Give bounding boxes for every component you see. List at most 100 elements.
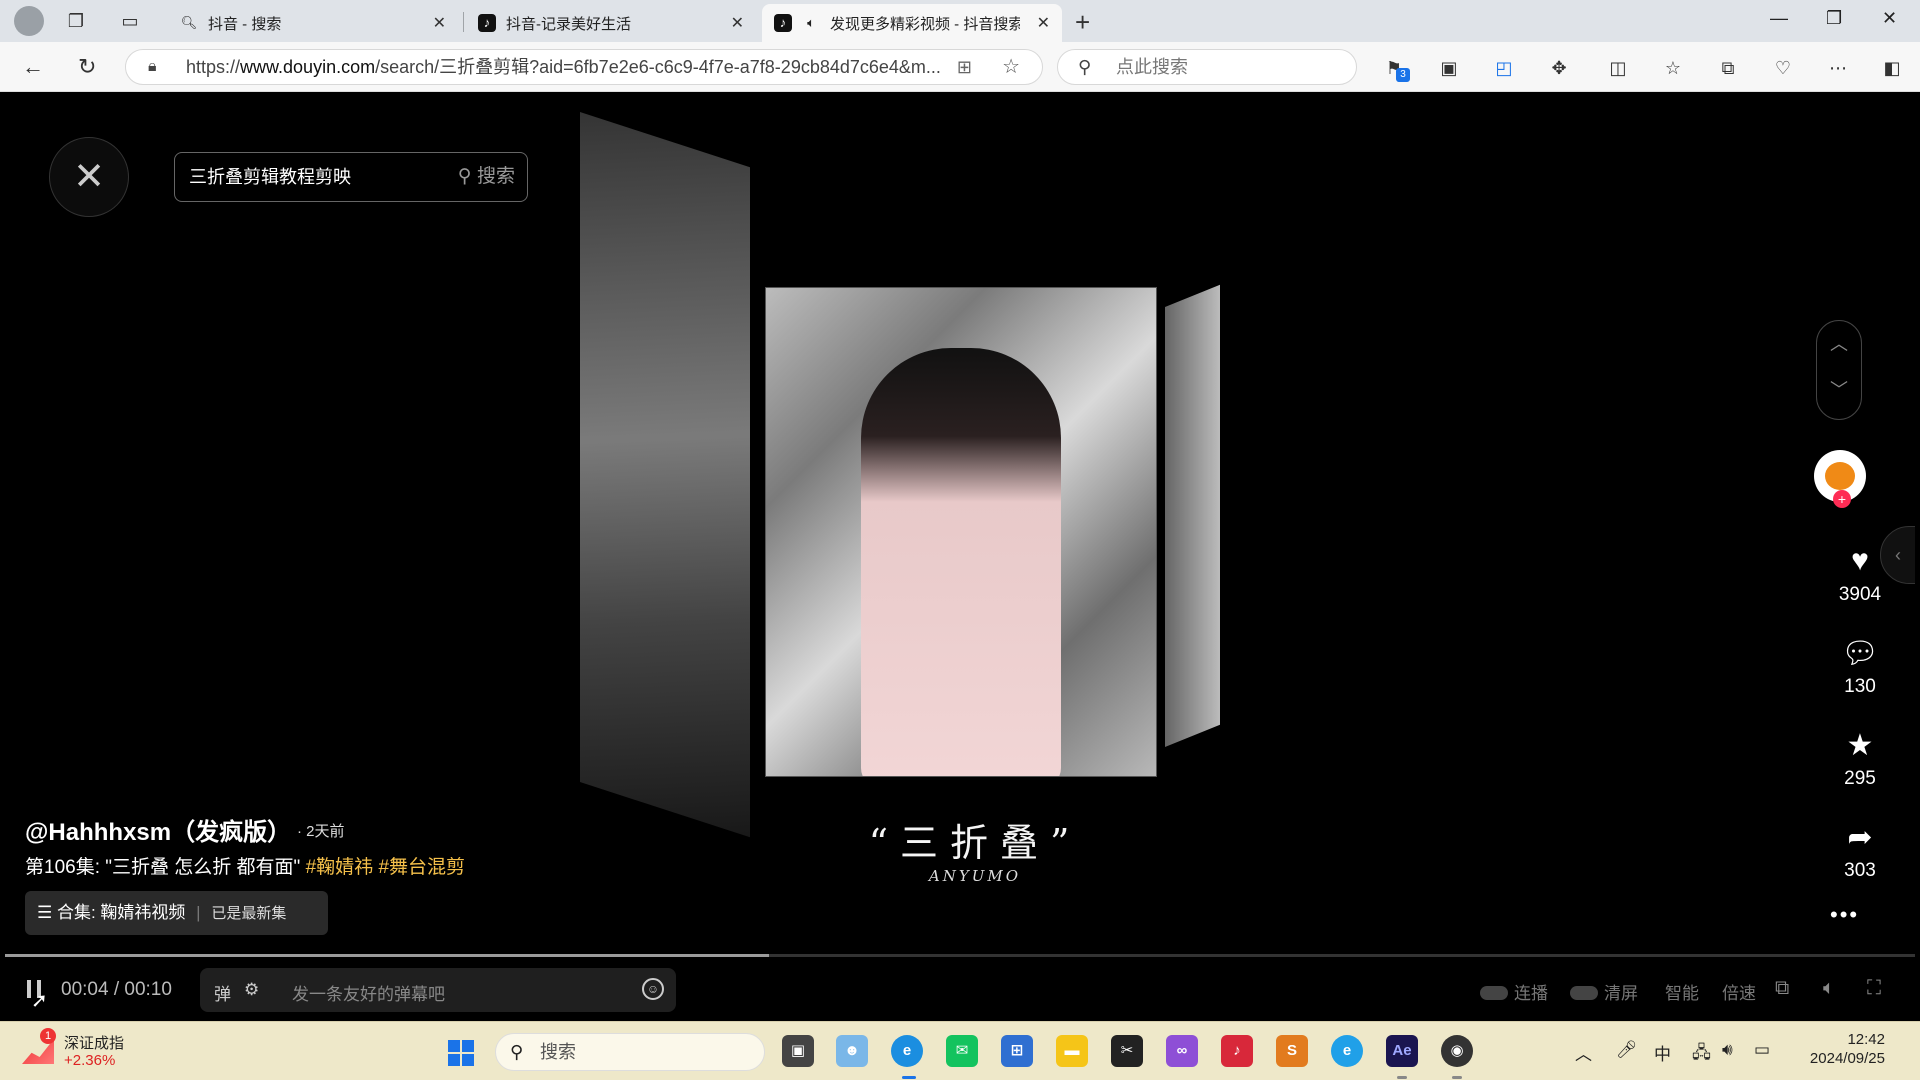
game-extension-icon[interactable]: ▣ [1437,56,1461,80]
volume-icon[interactable]: 🔈︎ [1823,977,1835,1000]
profile-icon[interactable] [14,6,44,36]
system-clock[interactable]: 12:42 2024/09/25 [1795,1030,1885,1068]
taskbar-search-placeholder: 搜索 [540,1042,576,1062]
hashtag[interactable]: #舞台混剪 [378,857,465,878]
video-search-button[interactable]: ⚲ 搜索 [458,153,515,201]
hashtag[interactable]: #鞠婧祎 [306,857,374,878]
mini-player-icon[interactable]: ⧉ [1775,977,1789,1000]
collection-button[interactable]: ☰ 合集: 鞠婧祎视频 | 已是最新集 [25,891,328,935]
douyin-icon: ♪ [478,14,496,32]
player-controls: ➚ 00:04 / 00:10 弹 ⚙ 发一条友好的弹幕吧 ☺ 连播 清屏 智能… [5,958,1915,1017]
wechat-files-icon[interactable]: ✉ [946,1035,978,1067]
video-player[interactable]: ✕ 三折叠剪辑教程剪映 ⚲ 搜索 “三折叠” ANYUMO @Hahhhxsm（… [5,92,1915,1017]
search-icon: ⚲ [457,166,477,187]
taskbar: 1 深证成指 +2.36% ⚲ 搜索 ▣ ☻ e ✉ ⊞ ▬ ✂ ∞ ♪ S e… [0,1021,1920,1080]
tray-overflow-icon[interactable]: ︿ [1575,1040,1592,1065]
close-tab-icon[interactable]: ✕ [731,13,744,33]
clock-time: 12:42 [1847,1031,1885,1048]
stock-change: +2.36% [64,1052,116,1069]
fullscreen-icon[interactable]: ⛶ [1867,977,1881,1000]
toggle-switch [1480,986,1508,1000]
sublime-text-icon[interactable]: S [1276,1035,1308,1067]
speaker-icon[interactable]: 🔈︎ [802,14,820,32]
author-avatar[interactable]: + [1814,450,1866,508]
quality-button[interactable]: 智能 [1665,979,1699,1004]
favorite-star-icon[interactable]: ☆ [1002,50,1020,84]
app-available-icon[interactable]: ⊞ [957,50,972,84]
share-icon: ➦ [1847,821,1873,854]
translate-extension-icon[interactable]: ◰ [1492,56,1516,80]
tab-douyin-search[interactable]: 🔍︎ 抖音 - 搜索 ✕ [168,4,458,42]
more-options-icon[interactable]: ••• [1830,902,1859,928]
tab-divider [463,12,464,32]
address-toolbar: ← ↻ 🔒︎ https://www.douyin.com/search/三折叠… [0,42,1920,92]
task-view-icon[interactable]: ▣ [782,1035,814,1067]
follow-button[interactable]: + [1833,490,1851,508]
autoplay-toggle[interactable]: 连播 [1480,979,1548,1004]
microsoft-store-icon[interactable]: ⊞ [1001,1035,1033,1067]
after-effects-icon[interactable]: Ae [1386,1035,1418,1067]
emoji-icon[interactable]: ☺ [642,978,664,1000]
network-icon[interactable]: 🖧 [1692,1040,1711,1069]
browser-search-box[interactable]: ⚲ 点此搜索 [1057,49,1357,85]
refresh-icon[interactable]: ↻ [78,54,96,80]
taskbar-search[interactable]: ⚲ 搜索 [495,1033,765,1071]
video-nav-arrows: ︿ ﹀ [1816,320,1862,420]
tab-label: 抖音 - 搜索 [208,15,282,33]
tab-douyin-home[interactable]: ♪ 抖音-记录美好生活 ✕ [466,4,756,42]
comment-button[interactable]: 💬︎ 130 [1820,636,1900,698]
address-bar[interactable]: 🔒︎ https://www.douyin.com/search/三折叠剪辑?a… [125,49,1043,85]
tab-actions-icon[interactable]: ▭ [118,10,142,32]
running-app-indicator [1452,1076,1462,1079]
video-search-input[interactable]: 三折叠剪辑教程剪映 ⚲ 搜索 [174,152,528,202]
time-current: 00:04 [61,979,109,1000]
obs-studio-icon[interactable]: ◉ [1441,1035,1473,1067]
capcut-icon[interactable]: ✂ [1111,1035,1143,1067]
favorites-icon[interactable]: ☆ [1661,56,1685,80]
favorite-button[interactable]: ★ 295 [1820,728,1900,790]
video-overlay-title: “三折叠” [868,821,1082,865]
danmaku-input[interactable]: 发一条友好的弹幕吧 [292,980,445,1005]
microphone-icon[interactable]: 🎤︎ [1616,1040,1638,1060]
extensions-puzzle-icon[interactable]: ✥ [1547,56,1571,80]
browser-tab-bar: ❐ ▭ 🔍︎ 抖音 - 搜索 ✕ ♪ 抖音-记录美好生活 ✕ ♪ 🔈︎ 发现更多… [0,0,1920,42]
ime-indicator[interactable]: 中 [1654,1040,1671,1065]
close-window-button[interactable]: ✕ [1882,8,1897,29]
volume-icon[interactable]: 🔊︎ [1722,1040,1733,1060]
tab-video-discover[interactable]: ♪ 🔈︎ 发现更多精彩视频 - 抖音搜索 ✕ [762,4,1062,42]
split-screen-icon[interactable]: ◫ [1606,56,1630,80]
collections-icon[interactable]: ⧉ [1716,56,1740,80]
autoplay-label: 连播 [1514,984,1548,1003]
next-video-icon[interactable]: ﹀ [1817,367,1861,413]
performance-icon[interactable]: ♡ [1771,56,1795,80]
close-icon[interactable]: ✕ [49,137,129,217]
new-tab-button[interactable]: + [1075,7,1090,38]
divider: | [196,903,201,922]
minimize-button[interactable]: — [1770,8,1788,29]
danmaku-toggle-icon[interactable]: 弹 [214,980,231,1005]
video-author[interactable]: @Hahhhxsm（发疯版） [25,812,291,847]
qq-app-icon[interactable]: ☻ [836,1035,868,1067]
back-icon[interactable]: ← [22,54,44,80]
danmaku-settings-icon[interactable]: ⚙ [244,980,259,1000]
lock-icon[interactable]: 🔒︎ [148,50,157,84]
close-tab-icon[interactable]: ✕ [433,13,446,33]
restore-button[interactable]: ❐ [1826,8,1842,29]
share-button[interactable]: ➦ 303 [1820,820,1900,882]
sidebar-toggle-icon[interactable]: ◧ [1880,56,1904,80]
file-explorer-icon[interactable]: ▬ [1056,1035,1088,1067]
start-button[interactable] [448,1040,474,1066]
speed-button[interactable]: 倍速 [1722,979,1756,1004]
clear-screen-toggle[interactable]: 清屏 [1570,979,1638,1004]
close-tab-icon[interactable]: ✕ [1037,13,1050,33]
edge-browser-icon[interactable]: e [891,1035,923,1067]
workspaces-icon[interactable]: ❐ [64,10,88,32]
previous-video-icon[interactable]: ︿ [1817,321,1861,367]
visual-studio-icon[interactable]: ∞ [1166,1035,1198,1067]
extension-icon[interactable]: ⚑ 3 [1382,56,1410,82]
more-menu-icon[interactable]: ⋯ [1826,56,1850,80]
progress-bar[interactable] [5,954,1915,957]
netease-music-icon[interactable]: ♪ [1221,1035,1253,1067]
battery-icon[interactable]: ▭ [1754,1040,1770,1060]
internet-explorer-icon[interactable]: e [1331,1035,1363,1067]
